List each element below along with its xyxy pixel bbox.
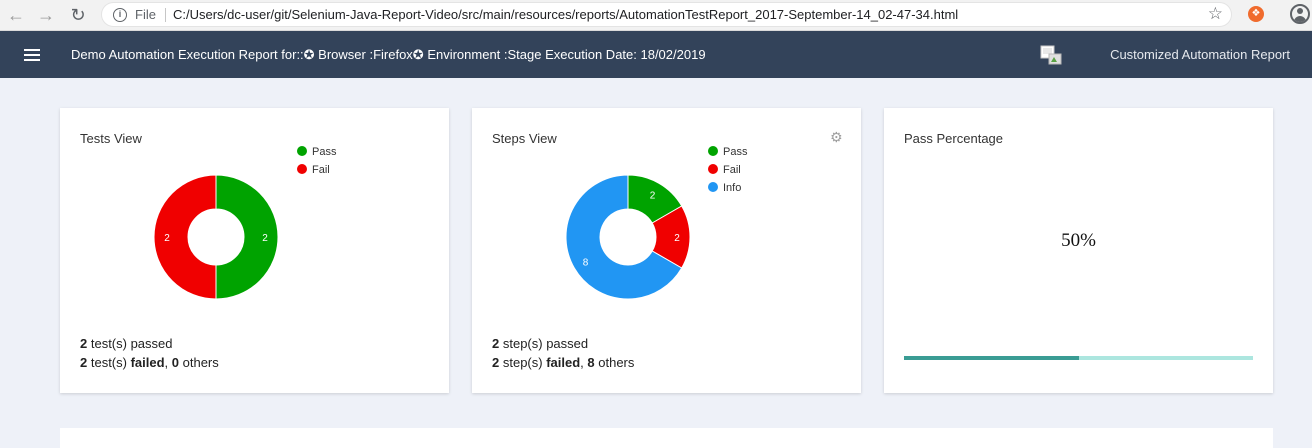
card-title: Tests View	[80, 131, 142, 146]
chart-legend: Pass Fail Info	[708, 143, 747, 197]
summary-passed: 2 step(s) passed	[492, 336, 589, 351]
slice-value-label: 2	[262, 233, 268, 244]
slice-value-label: 2	[650, 191, 656, 202]
browser-toolbar: ← → ↻ i File C:/Users/dc-user/git/Seleni…	[0, 0, 1312, 31]
pass-dot-icon	[297, 146, 307, 156]
card-title: Steps View	[492, 131, 557, 146]
tests-summary: 2 test(s) passed 2 test(s) failed, 0 oth…	[80, 334, 219, 372]
pass-dot-icon	[708, 146, 718, 156]
url-text[interactable]: C:/Users/dc-user/git/Selenium-Java-Repor…	[173, 7, 958, 22]
fail-dot-icon	[708, 164, 718, 174]
legend-item-fail[interactable]: Fail	[297, 161, 336, 179]
report-title: Demo Automation Execution Report for::✪ …	[71, 47, 706, 62]
tests-view-card: Tests View Pass Fail 22 2 test(s) passed…	[60, 108, 449, 393]
chart-legend: Pass Fail	[297, 143, 336, 179]
hamburger-menu-icon[interactable]	[24, 49, 40, 61]
info-dot-icon	[708, 182, 718, 192]
legend-label: Fail	[312, 164, 330, 176]
address-separator	[165, 8, 166, 22]
slice-value-label: 8	[583, 258, 589, 269]
info-icon[interactable]: i	[113, 8, 127, 22]
forward-arrow-icon[interactable]: →	[34, 3, 58, 27]
profile-icon[interactable]	[1290, 4, 1310, 24]
legend-label: Pass	[312, 146, 337, 158]
steps-summary: 2 step(s) passed 2 step(s) failed, 8 oth…	[492, 334, 634, 372]
legend-item-pass[interactable]: Pass	[708, 143, 747, 161]
card-title: Pass Percentage	[904, 131, 1004, 146]
report-header: Demo Automation Execution Report for::✪ …	[0, 31, 1312, 78]
back-arrow-icon[interactable]: ←	[4, 3, 28, 27]
slice-value-label: 2	[674, 233, 680, 244]
pass-progress-fill	[904, 356, 1079, 360]
legend-item-fail[interactable]: Fail	[708, 161, 747, 179]
steps-donut-chart: 2 2 8	[565, 174, 691, 300]
address-bar[interactable]: i File C:/Users/dc-user/git/Selenium-Jav…	[101, 2, 1232, 27]
steps-view-card: Steps View ⚙ Pass Fail Info 2 2 8 2 step(s…	[472, 108, 861, 393]
summary-passed: 2 test(s) passed	[80, 336, 173, 351]
pass-progress-bar	[904, 356, 1253, 360]
pass-percentage-card: Pass Percentage 50%	[884, 108, 1273, 393]
donut-slice-pass[interactable]	[215, 174, 279, 300]
slice-value-label: 2	[164, 233, 170, 244]
pass-percentage-value: 50%	[1061, 230, 1096, 251]
legend-item-info[interactable]: Info	[708, 179, 747, 197]
legend-label: Pass	[723, 146, 748, 158]
extension-icon[interactable]: ❖	[1248, 6, 1264, 22]
bottom-panel	[60, 428, 1273, 448]
fail-dot-icon	[297, 164, 307, 174]
gear-icon[interactable]: ⚙	[830, 129, 843, 146]
tests-donut-chart: 22	[153, 174, 279, 300]
customized-report-label: Customized Automation Report	[1110, 47, 1290, 62]
summary-failed: 2 step(s) failed, 8 others	[492, 355, 635, 370]
legend-item-pass[interactable]: Pass	[297, 143, 336, 161]
bookmark-star-icon[interactable]: ☆	[1208, 4, 1223, 24]
summary-failed: 2 test(s) failed, 0 others	[80, 355, 219, 370]
broken-image-icon	[1040, 45, 1062, 65]
file-label: File	[135, 7, 156, 22]
reload-icon[interactable]: ↻	[66, 3, 90, 27]
legend-label: Fail	[723, 164, 741, 176]
legend-label: Info	[723, 182, 742, 194]
